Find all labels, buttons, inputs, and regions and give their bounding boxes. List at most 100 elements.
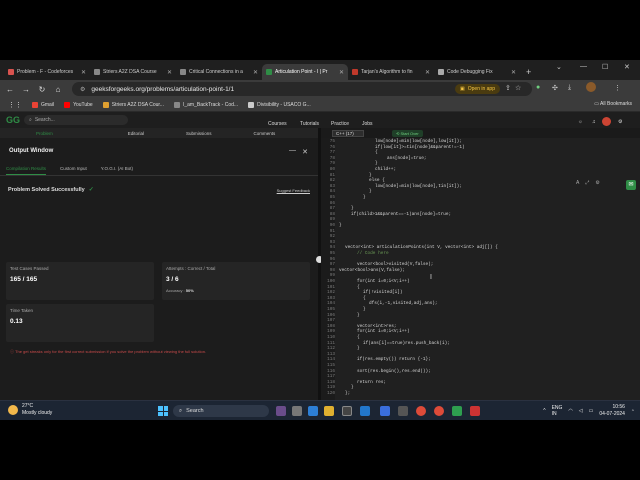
code-editor[interactable]: 75 76 77 78 79 80 81 82 83 84 85 86 87 88 89 90 91 92 93 94… (321, 138, 640, 400)
bookmark-item[interactable]: Gmail (32, 101, 54, 108)
window-close-icon[interactable]: ✕ (624, 63, 630, 71)
line-number: 107 (327, 318, 335, 324)
language-indicator[interactable]: ENG IN (552, 405, 563, 417)
user-avatar[interactable] (602, 117, 611, 126)
profile-avatar[interactable] (586, 82, 596, 92)
tab-comments[interactable]: Comments (254, 131, 276, 136)
tab-editorial[interactable]: Editorial (128, 131, 144, 136)
share-icon[interactable]: ⇪ (505, 84, 511, 92)
bookmark-item[interactable]: I_am_BackTrack - Cod... (173, 101, 238, 108)
store-icon[interactable] (342, 406, 352, 416)
notification-bell-icon[interactable]: ♫ (592, 119, 596, 125)
file-explorer-icon[interactable] (324, 406, 334, 416)
download-icon[interactable]: ⤓ (568, 84, 571, 92)
line-number: 96 (329, 256, 335, 262)
open-in-app-button[interactable]: ▣ Open in app (455, 84, 500, 94)
code-line: else { (369, 178, 385, 184)
chrome-profile-icon[interactable] (434, 406, 444, 416)
browser-tab[interactable]: Code Debugging Fix ✕ (434, 64, 520, 80)
terminal-icon[interactable] (398, 406, 408, 416)
nav-tutorials[interactable]: Tutorials (300, 121, 319, 127)
extensions-puzzle-icon[interactable]: ✣ (552, 84, 558, 92)
close-tab-icon[interactable]: ✕ (81, 69, 86, 76)
maximize-icon[interactable]: ☐ (602, 63, 608, 71)
close-tab-icon[interactable]: ✕ (425, 69, 430, 76)
edge-icon[interactable] (308, 406, 318, 416)
site-search-input[interactable]: ⌕ Search... (24, 115, 128, 125)
line-number: 91 (329, 228, 335, 234)
bookmarks-bar: ⋮⋮ Gmail YouTube Striers A2Z DSA Cour... I_… (0, 98, 640, 112)
tab-compilation-results[interactable]: Compilation Results (6, 164, 47, 175)
app-icon-red[interactable] (470, 406, 480, 416)
chat-icon[interactable]: ✉ (626, 180, 636, 190)
settings-gear-icon[interactable]: ⚙ (618, 119, 622, 125)
suggest-feedback-link[interactable]: Suggest Feedback (277, 188, 310, 193)
bookmark-item[interactable]: Divisibility - USACO G... (248, 101, 311, 108)
editor-settings-icon[interactable]: ⚙ (595, 180, 599, 186)
favicon-icon (352, 69, 358, 75)
close-tab-icon[interactable]: ✕ (511, 69, 516, 76)
excel-icon[interactable] (452, 406, 462, 416)
code-line: } (369, 189, 372, 195)
bookmark-item[interactable]: Striers A2Z DSA Cour... (102, 101, 164, 108)
code-line: sort(res.begin(),res.end()); (357, 368, 431, 374)
clock[interactable]: 10:56 04-07-2024 (599, 404, 625, 417)
new-tab-button[interactable]: + (520, 64, 537, 80)
close-panel-icon[interactable]: ✕ (302, 148, 308, 156)
taskbar-search[interactable]: ⌕ Search (173, 405, 269, 417)
browser-tab[interactable]: Problem - F - Codeforces ✕ (4, 64, 90, 80)
hint-icon[interactable]: ☼ (578, 119, 583, 125)
apps-grid-icon[interactable]: ⋮⋮ (8, 101, 22, 109)
nav-courses[interactable]: Courses (268, 121, 287, 127)
word-icon[interactable] (380, 406, 390, 416)
close-tab-icon[interactable]: ✕ (339, 69, 344, 76)
browser-tab[interactable]: Articulation Point - I | Pr ✕ (262, 64, 348, 80)
line-number: 110 (327, 335, 335, 340)
volume-icon[interactable]: ◁ (579, 408, 583, 414)
tray-chevron-icon[interactable]: ^ (543, 408, 545, 414)
site-info-icon[interactable]: ⚙ (80, 86, 85, 93)
windows-start-icon[interactable] (158, 406, 168, 416)
extension-icon[interactable]: ● (536, 84, 540, 91)
font-size-icon[interactable]: A (576, 180, 579, 186)
forward-icon[interactable]: → (22, 85, 30, 94)
close-tab-icon[interactable]: ✕ (167, 69, 172, 76)
minimize-icon[interactable]: — (580, 63, 587, 70)
tab-yogi-ai-bot[interactable]: Y.O.G.I. (AI Bot) (101, 164, 133, 175)
task-view-icon[interactable] (292, 406, 302, 416)
vscode-icon[interactable] (360, 406, 370, 416)
chrome-icon[interactable] (416, 406, 426, 416)
close-tab-icon[interactable]: ✕ (253, 69, 258, 76)
line-number: 93 (329, 239, 335, 245)
all-bookmarks-button[interactable]: ▭ All Bookmarks (594, 101, 632, 107)
start-over-button[interactable]: ⟲ Start Over (392, 130, 423, 137)
gfg-logo[interactable]: GG (6, 115, 20, 125)
tab-custom-input[interactable]: Custom Input (60, 164, 87, 175)
wifi-icon[interactable]: ◠ (568, 408, 572, 414)
browser-tab[interactable]: Critical Connections in a ✕ (176, 64, 262, 80)
browser-tab[interactable]: Tarjan's Algorithm to fin ✕ (348, 64, 434, 80)
language-select[interactable]: C++ (17) (332, 130, 364, 137)
tab-submissions[interactable]: Submissions (186, 131, 212, 136)
minimize-panel-icon[interactable]: — (289, 147, 296, 154)
bookmark-star-icon[interactable]: ☆ (515, 84, 521, 92)
bookmark-favicon-icon (32, 101, 38, 108)
app-icon-widget[interactable] (276, 406, 286, 416)
weather-widget[interactable]: 27°C Mostly cloudy (8, 403, 52, 417)
home-icon[interactable]: ⌂ (54, 85, 62, 94)
accuracy: Accuracy : 50% (166, 288, 194, 293)
back-icon[interactable]: ← (6, 85, 14, 94)
browser-tab[interactable]: Striers A2Z DSA Course ✕ (90, 64, 176, 80)
fullscreen-icon[interactable]: ⤢ (585, 180, 589, 186)
nav-jobs[interactable]: Jobs (362, 121, 373, 127)
bookmark-item[interactable]: YouTube (64, 101, 93, 108)
code-line: low[node]=min(low[node],low[it]); (375, 139, 462, 144)
tab-search-icon[interactable]: ⌄ (556, 63, 562, 71)
tab-problem[interactable]: Problem (36, 131, 53, 136)
battery-icon[interactable]: ▭ (589, 408, 594, 414)
line-number-gutter: 75 76 77 78 79 80 81 82 83 84 85 86 87 88 89 90 91 92 93 94… (321, 138, 335, 400)
nav-practice[interactable]: Practice (331, 121, 349, 127)
reload-icon[interactable]: ↻ (38, 85, 46, 94)
browser-menu-icon[interactable]: ⋮ (614, 84, 621, 92)
notification-icon[interactable]: ◔ (631, 408, 634, 414)
